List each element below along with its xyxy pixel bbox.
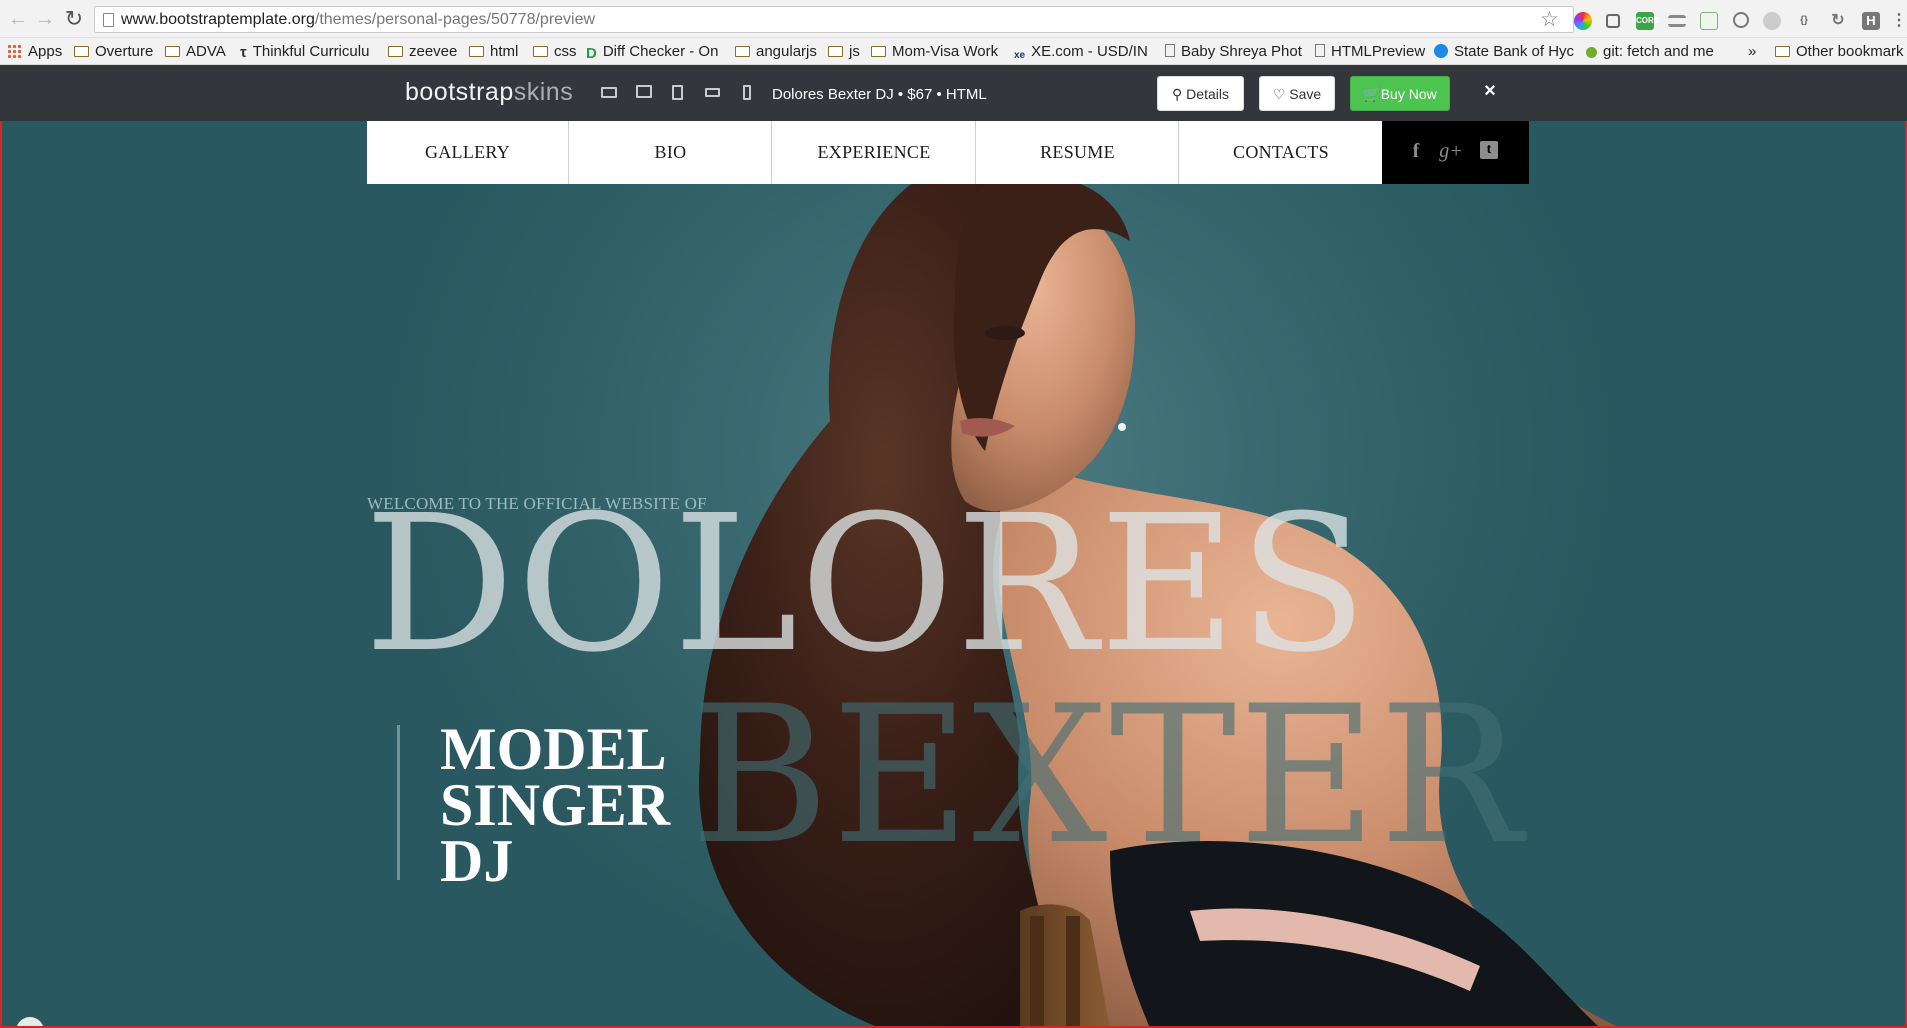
bookmark-icon: τ [240, 44, 247, 61]
bookmark-html[interactable]: html [469, 41, 518, 63]
tablet-landscape-view-icon[interactable] [705, 88, 720, 97]
bookmark-thinkful[interactable]: τ Thinkful Curriculu [240, 41, 369, 64]
extension-braces-icon[interactable]: {} [1795, 12, 1813, 30]
phone-view-icon[interactable] [743, 85, 751, 100]
bookmark-zeevee[interactable]: zeevee [388, 41, 457, 63]
cors-extension-icon[interactable]: CORS [1636, 12, 1659, 30]
back-arrow-icon[interactable]: ← [6, 7, 30, 31]
bootstrapskins-logo[interactable]: bootstrapskins [405, 77, 573, 107]
forward-arrow-icon[interactable]: → [33, 7, 57, 31]
page-icon [1165, 44, 1175, 57]
chrome-menu-icon[interactable]: ⋮ [1890, 12, 1907, 30]
roles-divider [397, 725, 400, 880]
folder-icon [74, 46, 89, 57]
bookmark-baby-shreya[interactable]: Baby Shreya Phot [1165, 41, 1302, 63]
bookmark-apps[interactable]: Apps [7, 41, 62, 63]
folder-icon [388, 46, 403, 57]
nav-contacts[interactable]: CONTACTS [1180, 121, 1382, 184]
extension-c-icon[interactable] [1606, 14, 1620, 28]
color-picker-extension-icon[interactable] [1574, 12, 1592, 30]
tablet-portrait-view-icon[interactable] [672, 85, 683, 100]
folder-icon [828, 46, 843, 57]
role-model: MODEL [440, 716, 667, 782]
nav-bio[interactable]: BIO [570, 121, 772, 184]
roles-list: MODEL SINGER DJ [440, 716, 671, 894]
search-icon: ⚲ [1172, 86, 1183, 102]
folder-icon [1775, 46, 1790, 57]
diffchecker-icon: D [586, 45, 597, 62]
bookmark-git[interactable]: git: fetch and me [1586, 41, 1714, 63]
bookmark-overture[interactable]: Overture [74, 41, 153, 63]
url-host: www.bootstraptemplate.org [121, 11, 315, 28]
bookmarks-overflow-chevron-icon[interactable]: » [1748, 41, 1756, 63]
save-button[interactable]: ♡ Save [1259, 76, 1335, 111]
hero-section: GALLERY BIO EXPERIENCE RESUME CONTACTS f… [0, 121, 1907, 1028]
facebook-icon[interactable]: f [1408, 139, 1424, 163]
address-bar[interactable]: www.bootstraptemplate.org/themes/persona… [94, 6, 1574, 33]
details-button[interactable]: ⚲ Details [1157, 76, 1244, 111]
url-path: /themes/personal-pages/50778/preview [314, 11, 596, 28]
nav-gallery[interactable]: GALLERY [367, 121, 569, 184]
google-plus-icon[interactable]: g+ [1438, 139, 1464, 163]
extension-refresh-icon[interactable]: ↻ [1829, 12, 1847, 30]
page-icon [1315, 44, 1325, 57]
browser-toolbar: ← → ↻ www.bootstraptemplate.org/themes/p… [0, 0, 1907, 38]
desktop-view-icon[interactable] [601, 87, 617, 98]
extension-swirl-icon[interactable] [1763, 12, 1781, 30]
role-singer: SINGER [440, 772, 671, 838]
extension-circle-icon[interactable] [1733, 12, 1749, 28]
folder-icon [469, 46, 484, 57]
bookmark-adva[interactable]: ADVA [165, 41, 226, 63]
bookmark-state-bank[interactable]: State Bank of Hyc [1434, 41, 1574, 63]
extension-h-icon[interactable]: H [1862, 12, 1880, 30]
nav-experience[interactable]: EXPERIENCE [773, 121, 976, 184]
social-links: f g+ t [1382, 121, 1529, 184]
sbh-icon [1434, 44, 1448, 58]
heart-icon: ♡ [1272, 86, 1286, 102]
close-preview-icon[interactable]: × [1480, 81, 1500, 101]
bookmark-js[interactable]: js [828, 41, 860, 63]
bookmark-xe[interactable]: xe XE.com - USD/IN [1014, 41, 1148, 64]
apps-grid-icon [7, 44, 21, 58]
bookmark-diff-checker[interactable]: D Diff Checker - On [586, 41, 718, 64]
folder-icon [871, 46, 886, 57]
bookmarks-bar: Apps Overture ADVA τ Thinkful Curriculu z… [0, 38, 1907, 65]
role-dj: DJ [440, 828, 514, 894]
reload-icon[interactable]: ↻ [62, 7, 86, 31]
twitter-icon[interactable]: t [1480, 141, 1498, 159]
extension-doc-icon[interactable] [1700, 12, 1718, 30]
folder-icon [165, 46, 180, 57]
template-preview-bar: bootstrapskins Dolores Bexter DJ • $67 •… [0, 65, 1907, 121]
git-icon [1586, 47, 1597, 58]
nav-resume[interactable]: RESUME [977, 121, 1179, 184]
extension-lines-icon[interactable] [1668, 15, 1686, 27]
template-title: Dolores Bexter DJ • $67 • HTML [772, 86, 987, 103]
first-name-title: DOLORES [364, 475, 1370, 694]
page-icon [103, 13, 114, 27]
site-navigation: GALLERY BIO EXPERIENCE RESUME CONTACTS [367, 121, 1529, 184]
bookmark-angularjs[interactable]: angularjs [735, 41, 817, 63]
buy-now-button[interactable]: 🛒Buy Now [1350, 76, 1450, 111]
laptop-view-icon[interactable] [636, 85, 652, 98]
bookmark-css[interactable]: css [533, 41, 577, 63]
cart-icon: 🛒 [1363, 86, 1381, 102]
xe-icon: xe [1014, 50, 1026, 61]
bookmark-star-icon[interactable]: ☆ [1540, 7, 1559, 32]
folder-icon [533, 46, 548, 57]
bookmark-other[interactable]: Other bookmark [1775, 41, 1904, 63]
bookmark-htmlpreview[interactable]: HTMLPreview [1315, 41, 1425, 63]
folder-icon [735, 46, 750, 57]
last-name-title: BEXTER [690, 665, 1525, 886]
bookmark-mom-visa-work[interactable]: Mom-Visa Work [871, 41, 998, 63]
